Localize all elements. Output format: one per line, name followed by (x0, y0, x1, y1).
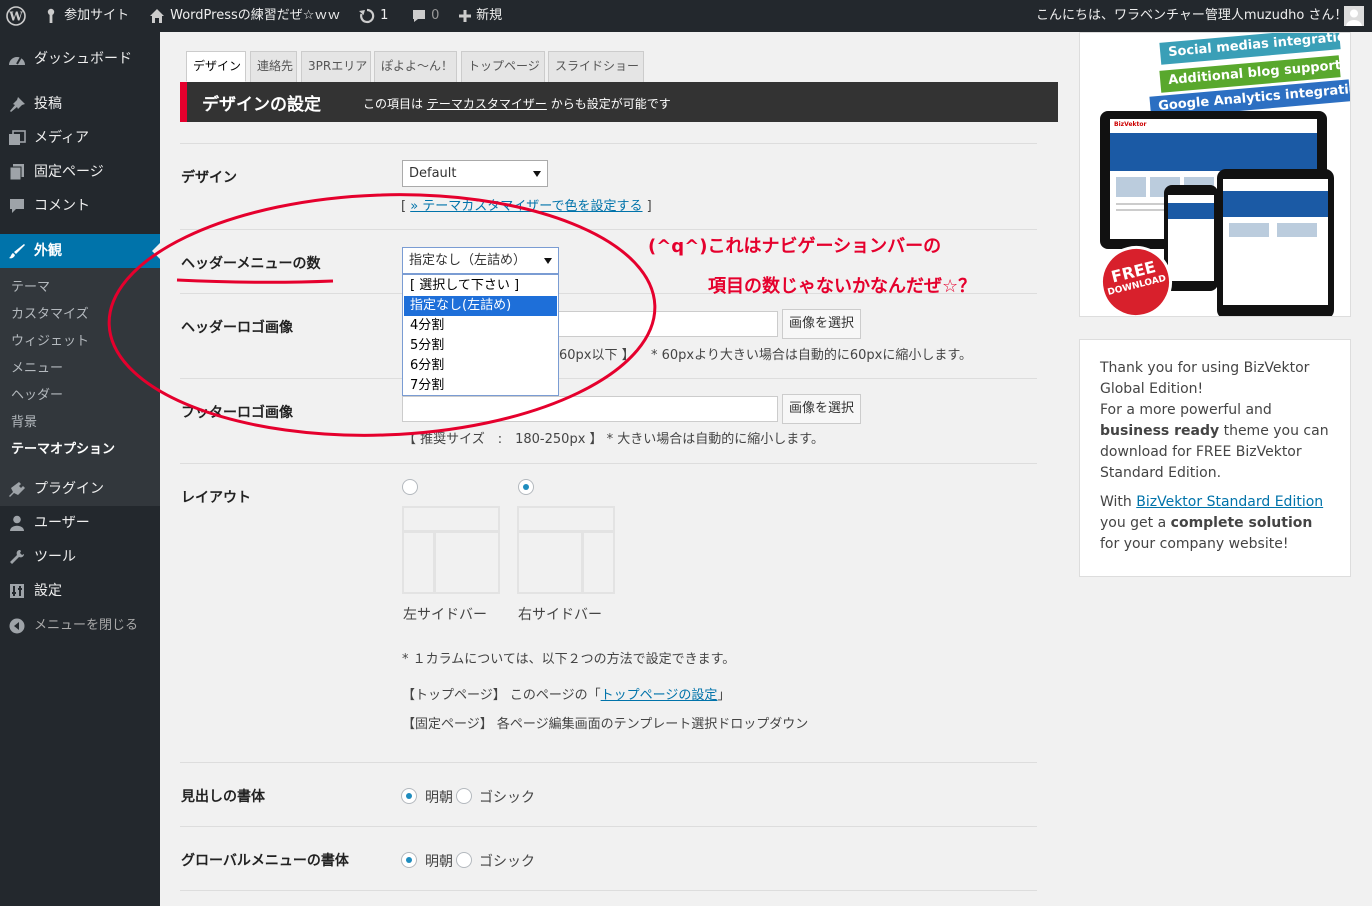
thanks-paragraph-1: Thank you for using BizVektor Global Edi… (1100, 358, 1330, 484)
thanks-paragraph-2: With BizVektor Standard Edition you get … (1100, 492, 1330, 555)
phone-mockup (1164, 185, 1218, 291)
thanks-text: you get a (1100, 515, 1171, 531)
annotation-circle (107, 193, 657, 437)
thanks-text: for your company website! (1100, 536, 1289, 552)
bizvektor-promo-banner[interactable]: Social medias integration Additional blo… (1079, 32, 1351, 317)
annotation-line-2: 項目の数じゃないかなんだぜ☆？ (708, 276, 977, 297)
thanks-text: Thank you for using BizVektor Global Edi… (1100, 360, 1310, 397)
phone-mockup (1217, 169, 1334, 316)
thanks-text: For a more powerful and (1100, 402, 1272, 418)
thanks-bold: complete solution (1170, 515, 1313, 531)
thanks-text: With (1100, 494, 1137, 510)
thanks-bold: business ready (1100, 423, 1220, 439)
promo-brand: BizVektor (1114, 121, 1147, 128)
annotation-line-1: (^q^)これはナビゲーションバーの (648, 236, 942, 257)
bizvektor-thanks-widget: Thank you for using BizVektor Global Edi… (1079, 339, 1351, 577)
standard-edition-link[interactable]: BizVektor Standard Edition (1136, 494, 1323, 510)
annotation-underline (176, 278, 334, 284)
